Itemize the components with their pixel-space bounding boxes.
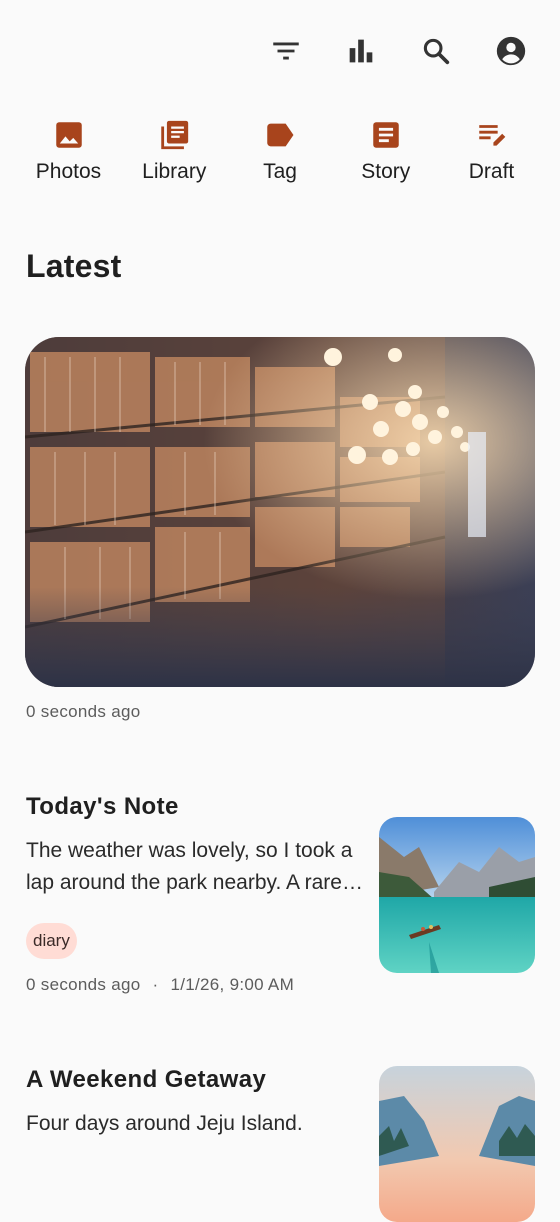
category-library[interactable]: Library bbox=[122, 118, 227, 184]
category-story[interactable]: Story bbox=[333, 118, 438, 184]
top-toolbar bbox=[236, 28, 536, 74]
category-label: Tag bbox=[263, 160, 297, 183]
category-label: Library bbox=[142, 160, 207, 183]
bar-chart-icon bbox=[349, 39, 373, 63]
tag-icon bbox=[267, 123, 294, 147]
latest-hero-image[interactable] bbox=[25, 337, 535, 687]
library-photo bbox=[25, 337, 535, 687]
category-photos[interactable]: Photos bbox=[16, 118, 121, 184]
note-card-1[interactable]: Today's Note The weather was lovely, so … bbox=[26, 793, 536, 995]
story-icon bbox=[373, 122, 399, 148]
category-label: Photos bbox=[35, 160, 102, 183]
filter-button[interactable] bbox=[261, 28, 311, 74]
search-button[interactable] bbox=[411, 28, 461, 74]
category-tag[interactable]: Tag bbox=[228, 118, 333, 184]
note-relative-time: 0 seconds ago bbox=[26, 975, 141, 994]
lake-photo bbox=[379, 817, 535, 973]
note-meta: 0 seconds ago · 1/1/26, 9:00 AM bbox=[26, 975, 536, 995]
stats-button[interactable] bbox=[336, 28, 386, 74]
note-thumbnail bbox=[379, 1066, 535, 1222]
account-button[interactable] bbox=[486, 28, 536, 74]
note-preview: The weather was lovely, so I took a lap … bbox=[26, 839, 353, 894]
filter-icon bbox=[273, 42, 299, 60]
note-card-2[interactable]: A Weekend Getaway Four days around Jeju … bbox=[26, 1066, 536, 1222]
category-draft[interactable]: Draft bbox=[439, 118, 544, 184]
note-preview: Four days around Jeju Island. bbox=[26, 1112, 303, 1135]
tag-chip[interactable]: diary bbox=[26, 923, 77, 959]
category-label: Draft bbox=[468, 160, 515, 183]
note-date: 1/1/26, 9:00 AM bbox=[170, 975, 295, 994]
latest-heading: Latest bbox=[26, 248, 122, 284]
mountain-photo bbox=[379, 1066, 535, 1222]
library-icon bbox=[161, 120, 189, 150]
account-icon bbox=[496, 36, 526, 66]
category-bar: Photos Library Tag Story Draft bbox=[16, 118, 544, 184]
hero-timestamp: 0 seconds ago bbox=[26, 702, 141, 721]
search-icon bbox=[423, 38, 450, 65]
meta-separator: · bbox=[152, 975, 159, 994]
draft-icon bbox=[478, 125, 505, 146]
note-thumbnail bbox=[379, 817, 535, 973]
photo-icon bbox=[55, 122, 82, 148]
category-label: Story bbox=[361, 160, 411, 183]
